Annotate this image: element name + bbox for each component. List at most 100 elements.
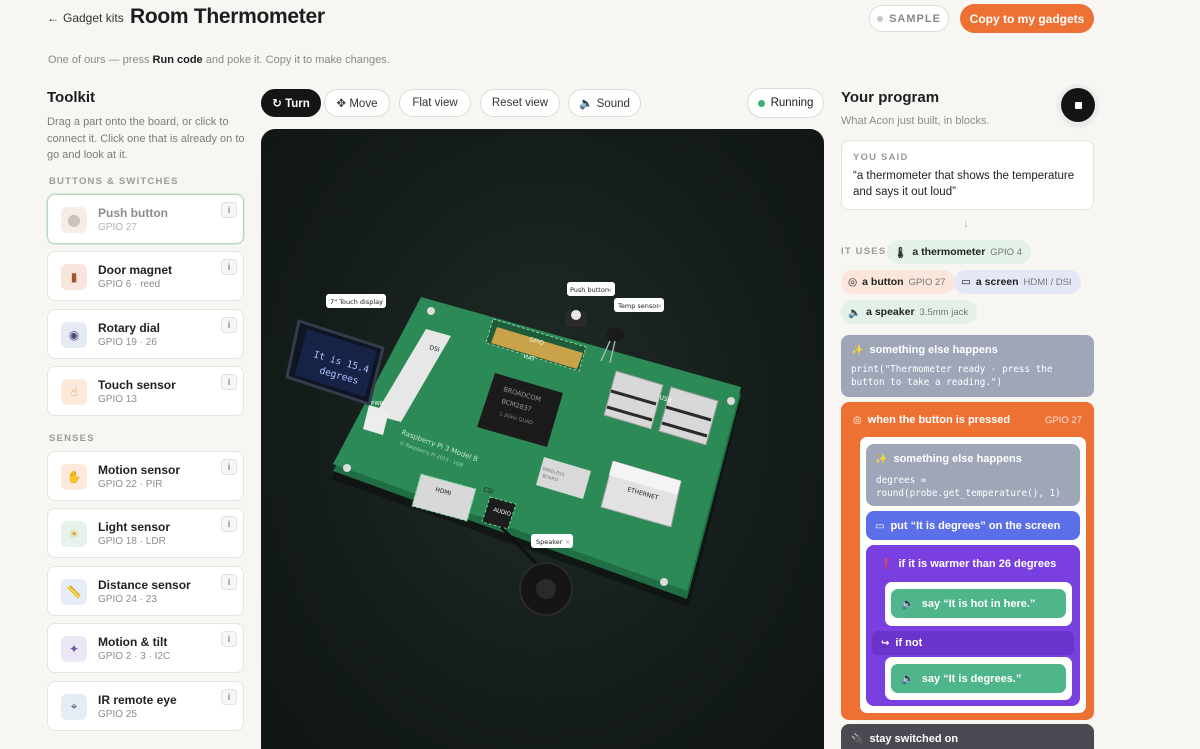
part-card[interactable]: ☝ Touch sensor GPIO 13 i bbox=[47, 366, 244, 417]
sample-label: SAMPLE bbox=[889, 12, 941, 25]
block-header: ▭ put “It is degrees” on the screen bbox=[875, 520, 1060, 532]
chip-detail: HDMI / DSI bbox=[1023, 276, 1072, 288]
info-icon[interactable]: i bbox=[221, 631, 237, 648]
ruler-icon: 📏 bbox=[61, 578, 87, 605]
back-link-label: Gadget kits bbox=[63, 11, 124, 25]
satellite-icon: ⌖ bbox=[61, 693, 87, 720]
button-icon: ◎ bbox=[853, 414, 862, 426]
close-icon[interactable]: × bbox=[607, 286, 612, 294]
mount-hole bbox=[660, 578, 668, 586]
uses-chip[interactable]: 🌡 a thermometer GPIO 4 bbox=[887, 240, 1031, 264]
close-icon[interactable]: × bbox=[565, 538, 570, 546]
turn-button[interactable]: ↻ Turn bbox=[261, 89, 321, 117]
section-label: BUTTONS & SWITCHES bbox=[49, 176, 179, 187]
toolkit-title: Toolkit bbox=[47, 89, 96, 106]
part-card[interactable]: ✋ Motion sensor GPIO 22 · PIR i bbox=[47, 451, 244, 501]
part-pin: GPIO 22 · PIR bbox=[98, 479, 163, 490]
info-icon[interactable]: i bbox=[221, 573, 237, 590]
label-push-button[interactable]: Push button × bbox=[567, 282, 615, 296]
info-icon[interactable]: i bbox=[221, 516, 237, 533]
you-said-text: “a thermometer that shows the temperatur… bbox=[853, 170, 1075, 198]
part-name: IR remote eye bbox=[98, 692, 177, 707]
block-say-degrees[interactable]: 🔈 say “It is degrees.” bbox=[891, 664, 1066, 693]
info-icon[interactable]: i bbox=[221, 374, 237, 391]
info-icon[interactable]: i bbox=[221, 316, 237, 333]
sound-button[interactable]: 🔈 Sound bbox=[568, 89, 641, 117]
wave-hand-icon: ✋ bbox=[61, 464, 87, 490]
dial-icon: ◉ bbox=[61, 321, 87, 348]
subtitle-post: and poke it. Copy it to make changes. bbox=[202, 54, 390, 66]
uses-chip[interactable]: ▭ a screen HDMI / DSI bbox=[954, 270, 1081, 294]
temp-sensor-part[interactable] bbox=[606, 328, 624, 342]
touch-icon: ☝ bbox=[61, 379, 87, 406]
monitor-icon: ▭ bbox=[961, 276, 971, 288]
block-something-else-2[interactable]: ✨ something else happens degrees = round(… bbox=[866, 444, 1080, 506]
label-speaker[interactable]: Speaker × bbox=[531, 534, 573, 548]
stop-icon bbox=[1074, 101, 1082, 109]
sparkle-icon: ✨ bbox=[851, 344, 864, 356]
section-label: SENSES bbox=[49, 433, 95, 444]
uses-chip[interactable]: ◎ a button GPIO 27 bbox=[841, 270, 955, 294]
block-header: ✨ something else happens bbox=[875, 453, 1022, 465]
info-icon[interactable]: i bbox=[221, 202, 237, 218]
part-card[interactable]: ☀ Light sensor GPIO 18 · LDR i bbox=[47, 508, 244, 559]
sample-badge: SAMPLE bbox=[869, 5, 949, 32]
part-card[interactable]: ⬤ Push button GPIO 27 i bbox=[47, 194, 244, 244]
close-icon[interactable]: × bbox=[657, 302, 662, 310]
block-stay-switched-on[interactable]: 🔌 stay switched on bbox=[841, 724, 1094, 749]
part-card[interactable]: ⌖ IR remote eye GPIO 25 i bbox=[47, 680, 244, 731]
you-said-card: YOU SAID “a thermometer that shows the t… bbox=[841, 140, 1094, 210]
chip-detail: 3.5mm jack bbox=[919, 306, 969, 318]
compass-icon: ✦ bbox=[61, 636, 87, 663]
copy-to-my-gadgets-button[interactable]: Copy to my gadgets bbox=[960, 4, 1094, 33]
block-put-on-screen[interactable]: ▭ put “It is degrees” on the screen bbox=[866, 511, 1080, 540]
block-title: say “It is degrees.” bbox=[921, 672, 1022, 685]
board-stage[interactable]: GPIO HAT DSI It is 15.4 degrees PWR BROA… bbox=[261, 129, 824, 749]
part-card[interactable]: ✦ Motion & tilt GPIO 2 · 3 · I2C i bbox=[47, 623, 244, 674]
program-subtitle: What Acon just built, in blocks. bbox=[841, 115, 990, 127]
arrow-left-icon: ← bbox=[47, 11, 59, 25]
reset-view-button[interactable]: Reset view bbox=[480, 89, 560, 117]
part-card[interactable]: ◉ Rotary dial GPIO 19 · 26 i bbox=[47, 308, 244, 359]
label-temp-sensor[interactable]: Temp sensor × bbox=[614, 298, 664, 312]
block-header: ◎ when the button is pressed bbox=[853, 414, 1010, 426]
label-push-button-text: Push button bbox=[570, 286, 609, 294]
block-title: something else happens bbox=[869, 344, 998, 356]
block-code-line: degrees = bbox=[876, 475, 927, 486]
part-card[interactable]: 📏 Distance sensor GPIO 24 · 23 i bbox=[47, 565, 244, 616]
block-when-button-pressed[interactable]: ◎ when the button is pressed GPIO 27 ✨ som… bbox=[841, 402, 1094, 720]
part-name: Light sensor bbox=[98, 520, 171, 535]
it-uses-label: IT USES bbox=[841, 246, 887, 257]
label-touch-display-text: 7" Touch display bbox=[330, 298, 383, 306]
label-touch-display[interactable]: 7" Touch display × bbox=[326, 294, 386, 308]
speaker-icon: 🔈 bbox=[901, 673, 915, 685]
part-card[interactable]: ▮ Door magnet GPIO 6 · reed i bbox=[47, 251, 244, 302]
arrow-down-icon: ↓ bbox=[963, 216, 969, 230]
block-if-warmer[interactable]: ❗ if it is warmer than 26 degrees 🔈 say “I… bbox=[866, 545, 1080, 706]
block-if-not[interactable]: ↪ if not bbox=[872, 631, 1074, 655]
chip-name: a screen bbox=[975, 276, 1019, 288]
flat-view-button[interactable]: Flat view bbox=[399, 89, 471, 117]
status-dot-icon bbox=[877, 15, 884, 22]
info-icon[interactable]: i bbox=[221, 259, 237, 276]
uses-chip[interactable]: 🔈 a speaker 3.5mm jack bbox=[841, 300, 978, 324]
info-icon[interactable]: i bbox=[221, 688, 237, 705]
else-body: 🔈 say “It is degrees.” bbox=[885, 657, 1072, 700]
block-code-line: round(probe.get_temperature(), 1) bbox=[876, 488, 1061, 499]
program-title: Your program bbox=[841, 89, 940, 106]
board-scene[interactable]: GPIO HAT DSI It is 15.4 degrees PWR BROA… bbox=[261, 129, 824, 749]
block-header: ↪ if not bbox=[881, 637, 922, 649]
info-icon[interactable]: i bbox=[221, 459, 237, 475]
monitor-icon: ▭ bbox=[875, 520, 885, 532]
block-title: if it is warmer than 26 degrees bbox=[898, 558, 1057, 570]
part-pin: GPIO 27 bbox=[98, 222, 137, 233]
stop-button[interactable] bbox=[1061, 88, 1095, 122]
close-icon[interactable]: × bbox=[378, 298, 383, 306]
block-say-hot[interactable]: 🔈 say “It is hot in here.” bbox=[891, 589, 1066, 618]
back-link[interactable]: ← Gadget kits bbox=[47, 11, 124, 25]
mount-hole bbox=[427, 307, 435, 315]
block-something-else-1[interactable]: ✨ something else happens print("Thermomet… bbox=[841, 335, 1094, 397]
chip-name: a button bbox=[862, 276, 904, 288]
move-button[interactable]: ✥ Move bbox=[324, 89, 390, 117]
running-status[interactable]: Running bbox=[747, 88, 824, 118]
